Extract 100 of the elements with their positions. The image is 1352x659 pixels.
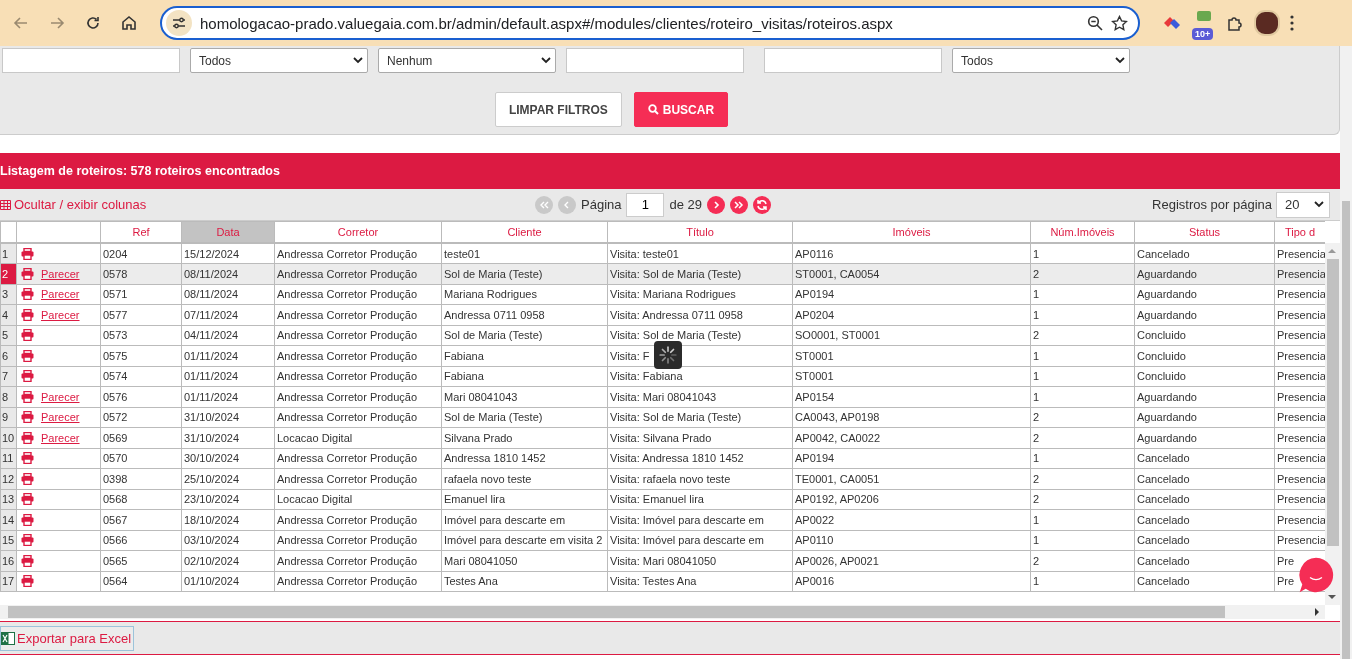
table-cell: Sol de Maria (Teste) [441,407,608,428]
reload-icon[interactable] [84,14,102,32]
table-row[interactable]: 5 0573 04/11/2024 Andressa Corretor Produção Sol de Maria (Teste) Visita: Sol de Maria (Teste) SO0001, ST0001 2 Concluido Presencia [0,325,1325,346]
column-header[interactable]: Cliente [441,221,608,243]
table-cell: 30/10/2024 [181,448,275,469]
column-header[interactable]: Núm.Imóveis [1030,221,1135,243]
extension-logo-icon[interactable] [1162,15,1182,31]
spreadsheet-icon [1,631,15,645]
printer-icon[interactable] [21,554,34,567]
table-row[interactable]: 12 0398 25/10/2024 Andressa Corretor Produção rafaela novo teste Visita: rafaela novo teste TE0001, CA0051 2 Cancelado Presencia [0,468,1325,489]
table-cell: 25/10/2024 [181,468,275,489]
printer-icon[interactable] [21,390,34,403]
filter-field[interactable] [566,48,744,73]
table-cell: 0577 [100,304,182,325]
table-cell: 2 [1030,489,1135,510]
menu-icon[interactable] [1290,15,1294,31]
table-cell: Aguardando [1134,263,1275,284]
printer-icon[interactable] [21,329,34,342]
column-header[interactable]: Corretor [274,221,442,243]
search-icon [647,104,659,115]
table-cell: 1 [1030,345,1135,366]
printer-icon[interactable] [21,267,34,280]
column-header[interactable]: Título [607,221,793,243]
table-row[interactable]: 11 0570 30/10/2024 Andressa Corretor Produção Andressa 1810 1452 Visita: Andressa 1810 1452 AP0194 1 Cancelado Presencia [0,448,1325,469]
printer-icon[interactable] [21,431,34,444]
next-page-button[interactable] [707,195,726,214]
filter-dropdown[interactable]: Nenhum [378,48,556,73]
table-row[interactable]: 15 0566 03/10/2024 Andressa Corretor Produção Imóvel para descarte em visita 2 Visita: Imóvel para descarte em AP0110 1 Cancelado Presencia [0,530,1325,551]
table-cell: Sol de Maria (Teste) [441,325,608,346]
table-cell: 01/10/2024 [181,571,275,592]
table-row[interactable]: 2 Parecer 0578 08/11/2024 Andressa Corretor Produção Sol de Maria (Teste) Visita: Sol de Maria (Teste) ST0001, CA0054 2 Aguardando Presencia [0,263,1325,284]
table-cell: 0571 [100,284,182,305]
table-row[interactable]: 13 0568 23/10/2024 Locacao Digital Emanuel lira Visita: Emanuel lira AP0192, AP0206 2 Cancelado Presencia [0,489,1325,510]
printer-icon[interactable] [21,288,34,301]
table-cell: Fabiana [441,366,608,387]
printer-icon[interactable] [21,349,34,362]
vertical-scrollbar[interactable] [1325,243,1340,605]
page-field[interactable]: 1 [626,192,665,217]
export-excel-button[interactable]: Exportar para Excel [0,625,135,651]
printer-icon[interactable] [21,472,34,485]
zoom-icon[interactable] [1087,15,1103,31]
scroll-up-icon[interactable] [1328,247,1336,255]
page-scrollbar[interactable] [1340,46,1352,659]
column-header[interactable]: Ref [100,221,182,243]
clear-filters-button[interactable]: LIMPAR FILTROS [494,92,622,127]
site-settings-icon[interactable] [172,17,186,29]
horizontal-scrollbar[interactable] [0,605,1325,619]
puzzle-icon[interactable] [1226,14,1244,32]
table-row[interactable]: 10 Parecer 0569 31/10/2024 Locacao Digital Silvana Prado Visita: Silvana Prado AP0042, CA0022 2 Aguardando Presencia [0,427,1325,448]
search-button[interactable]: BUSCAR [633,92,729,127]
per-page-dropdown[interactable]: 20 [1276,191,1330,218]
dropdown-caret-icon [541,57,551,64]
table-row[interactable]: 8 Parecer 0576 01/11/2024 Andressa Corretor Produção Mari 08041043 Visita: Mari 08041043 AP0154 1 Aguardando Presencia [0,386,1325,407]
table-row[interactable]: 7 0574 01/11/2024 Andressa Corretor Produção Fabiana Visita: Fabiana ST0001 1 Concluido Presencia [0,366,1325,387]
column-header[interactable]: Status [1134,221,1275,243]
chat-bubble-icon[interactable] [1298,557,1334,593]
table-cell: AP0194 [792,448,1031,469]
table-row[interactable]: 3 Parecer 0571 08/11/2024 Andressa Corretor Produção Mariana Rodrigues Visita: Mariana Rodrigues AP0194 1 Aguardando Presencia [0,284,1325,305]
printer-icon[interactable] [21,308,34,321]
printer-icon[interactable] [21,534,34,547]
table-cell: Locacao Digital [274,427,442,448]
filter-dropdown[interactable]: Todos [952,48,1130,73]
last-page-button[interactable] [730,195,749,214]
refresh-button[interactable] [753,195,772,214]
column-header[interactable]: Imóveis [792,221,1031,243]
home-icon[interactable] [120,14,138,32]
toggle-columns-link[interactable]: Ocultar / exibir colunas [0,197,535,212]
filter-dropdown[interactable]: Todos [190,48,368,73]
printer-icon[interactable] [21,493,34,506]
column-header[interactable]: Tipo d [1274,221,1325,243]
bookmark-star-icon[interactable] [1111,14,1128,32]
table-cell: 0568 [100,489,182,510]
profile-avatar[interactable] [1254,10,1280,36]
table-row[interactable]: 9 Parecer 0572 31/10/2024 Andressa Corretor Produção Sol de Maria (Teste) Visita: Sol de Maria (Teste) CA0043, AP0198 2 Aguardando Presencia [0,407,1325,428]
address-bar[interactable]: homologacao-prado.valuegaia.com.br/admin/default.aspx#/modules/clientes/roteiro_visitas/roteiros.aspx [160,6,1140,40]
scroll-right-icon[interactable] [1313,608,1321,616]
scroll-down-icon[interactable] [1328,593,1336,601]
table-row[interactable]: 1 0204 15/12/2024 Andressa Corretor Produção teste01 Visita: teste01 AP0116 1 Cancelado Presencia [0,243,1325,264]
table-row[interactable]: 14 0567 18/10/2024 Andressa Corretor Produção Imóvel para descarte em Visita: Imóvel para descarte em AP0022 1 Cancelado Presencia [0,509,1325,530]
filter-field[interactable] [2,48,180,73]
printer-icon[interactable] [21,370,34,383]
table-cell: 04/11/2024 [181,325,275,346]
row-number: 6 [0,345,17,366]
page-label: Página [581,197,622,212]
table-cell: 0567 [100,509,182,530]
filter-field[interactable] [764,48,942,73]
table-row[interactable]: 4 Parecer 0577 07/11/2024 Andressa Corretor Produção Andressa 0711 0958 Visita: Andressa 0711 0958 AP0204 1 Aguardando Presencia [0,304,1325,325]
table-cell: 0398 [100,468,182,489]
printer-icon[interactable] [21,452,34,465]
table-cell: 2 [1030,550,1135,571]
table-cell: 2 [1030,468,1135,489]
table-cell: Mariana Rodrigues [441,284,608,305]
printer-icon[interactable] [21,411,34,424]
table-cell: Andressa Corretor Produção [274,345,442,366]
printer-icon[interactable] [21,575,34,588]
printer-icon[interactable] [21,513,34,526]
printer-icon[interactable] [21,247,34,260]
table-cell: Cancelado [1134,243,1275,264]
loading-spinner-icon [654,341,682,369]
table-cell: 07/11/2024 [181,304,275,325]
